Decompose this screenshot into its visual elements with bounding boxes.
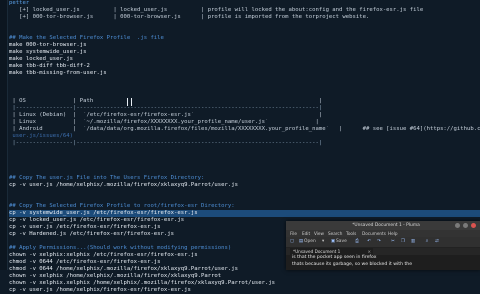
document-tab-label: *Unsaved Document 1 [293, 249, 341, 254]
editor-line[interactable]: petter [9, 0, 480, 7]
paste-button[interactable]: ▥ [410, 238, 416, 246]
tab-close-icon[interactable]: × [367, 248, 371, 255]
document-line: thats because its garbage, so we blocked… [292, 262, 413, 267]
editor-line[interactable] [9, 196, 480, 203]
document-tab[interactable]: *Unsaved Document 1 × [290, 248, 373, 255]
minimize-icon[interactable] [455, 223, 460, 228]
editor-line[interactable]: cp -v user.js /home/xelphix/.mozilla/fir… [9, 182, 480, 189]
save-label: Save [336, 239, 347, 244]
editor-line[interactable]: | Linux (Debian) | `/etc/firefox-esr/fir… [9, 112, 480, 119]
editor-line-selected[interactable]: cp -v systemwide_user.js /etc/firefox-es… [9, 210, 480, 217]
menu-edit[interactable]: Edit [302, 230, 310, 237]
copy-button[interactable]: ❐ [400, 238, 406, 246]
pluma-toolbar: ▢ ▤Open ▾ ▣Save ⎙ ↶ ↷ ✂ ❐ ▥ ⌕ ⇄ [286, 237, 480, 248]
find-button[interactable]: ⌕ [424, 238, 430, 246]
editor-line[interactable]: | Linux | `~/.mozilla/firefox/XXXXXXXX.y… [9, 119, 480, 126]
redo-icon: ↷ [377, 239, 381, 244]
editor-line[interactable] [9, 154, 480, 161]
editor-line[interactable]: [+] locked_user.js | locked_user.js | pr… [9, 7, 480, 14]
pluma-document-area[interactable]: is that the pocket app seen in firefox t… [286, 255, 480, 270]
editor-line[interactable] [9, 168, 480, 175]
menu-tools[interactable]: Tools [346, 230, 356, 237]
print-button[interactable]: ⎙ [354, 238, 360, 246]
copy-icon: ❐ [401, 239, 405, 244]
redo-button[interactable]: ↷ [376, 238, 382, 246]
editor-line[interactable] [9, 147, 480, 154]
pluma-tabbar: *Unsaved Document 1 × [286, 248, 480, 255]
editor-line[interactable] [9, 91, 480, 98]
document-line: is that the pocket app seen in firefox [292, 255, 377, 260]
cut-button[interactable]: ✂ [390, 238, 396, 246]
search-icon: ⌕ [425, 239, 429, 244]
editor-line[interactable]: chown -v xelphix.xelphix /home/xelphix/.… [9, 280, 480, 287]
open-dropdown-icon[interactable]: ▾ [322, 238, 324, 246]
new-document-button[interactable]: ▢ [289, 238, 295, 246]
editor-line[interactable]: make systemwide_user.js [9, 49, 480, 56]
pluma-titlebar[interactable]: *Unsaved Document 1 - Pluma [286, 221, 480, 230]
save-button[interactable]: ▣Save [330, 238, 347, 246]
editor-line[interactable] [9, 77, 480, 84]
menu-help[interactable]: Help [388, 230, 398, 237]
menu-search[interactable]: Search [328, 230, 342, 237]
replace-icon: ⇄ [435, 239, 439, 244]
paste-icon: ▥ [410, 239, 416, 244]
editor-line[interactable]: | OS | Path | [9, 98, 480, 105]
editor-line[interactable]: [+] 000-tor-browser.js | 000-tor-browser… [9, 14, 480, 21]
editor-line[interactable] [9, 84, 480, 91]
new-file-icon: ▢ [289, 239, 295, 244]
editor-line[interactable]: make locked_user.js [9, 56, 480, 63]
editor-line[interactable]: user.js/issues/64) [9, 133, 480, 140]
open-label: Open [304, 239, 316, 244]
editor-line[interactable]: ## Copy The user.js File into The Users … [9, 175, 480, 182]
menu-file[interactable]: File [290, 230, 297, 237]
editor-line[interactable]: make tbb-diff tbb-diff-2 [9, 63, 480, 70]
line-gutter [0, 0, 8, 270]
print-icon: ⎙ [355, 239, 359, 244]
pluma-window[interactable]: *Unsaved Document 1 - Pluma File Edit Vi… [286, 221, 480, 270]
cut-icon: ✂ [391, 239, 395, 244]
editor-line[interactable]: chown -v xelphix /home/xelphix/.mozilla/… [9, 273, 480, 280]
editor-line[interactable]: make 000-tor-browser.js [9, 42, 480, 49]
editor-line[interactable] [9, 28, 480, 35]
editor-line[interactable]: cp -v user.js /home/xelphix/firefox-esr/… [9, 287, 480, 294]
editor-line[interactable] [9, 189, 480, 196]
open-button[interactable]: ▤Open [298, 238, 316, 246]
menu-documents[interactable]: Documents [362, 230, 386, 237]
undo-button[interactable]: ↶ [366, 238, 372, 246]
maximize-icon[interactable] [463, 223, 468, 228]
editor-line[interactable]: | Android | `/data/data/org.mozilla.fire… [9, 126, 480, 133]
editor-line[interactable] [9, 21, 480, 28]
replace-button[interactable]: ⇄ [434, 238, 440, 246]
editor-line[interactable]: |-----------------|---------------------… [9, 140, 480, 147]
pluma-menubar: File Edit View Search Tools Documents He… [286, 230, 480, 237]
editor-line[interactable]: make tbb-missing-from-user.js [9, 70, 480, 77]
text-cursor-icon [127, 98, 132, 106]
editor-line[interactable]: ## Copy The Selected Firefox Profile to … [9, 203, 480, 210]
close-window-icon[interactable] [471, 223, 476, 228]
pluma-window-title: *Unsaved Document 1 - Pluma [352, 223, 420, 228]
undo-icon: ↶ [367, 239, 371, 244]
window-controls [455, 223, 477, 228]
editor-line[interactable] [9, 161, 480, 168]
menu-view[interactable]: View [314, 230, 324, 237]
editor-line[interactable]: ## Make the Selected Firefox Profile .js… [9, 35, 480, 42]
editor-line[interactable]: |-----------------|---------------------… [9, 105, 480, 112]
